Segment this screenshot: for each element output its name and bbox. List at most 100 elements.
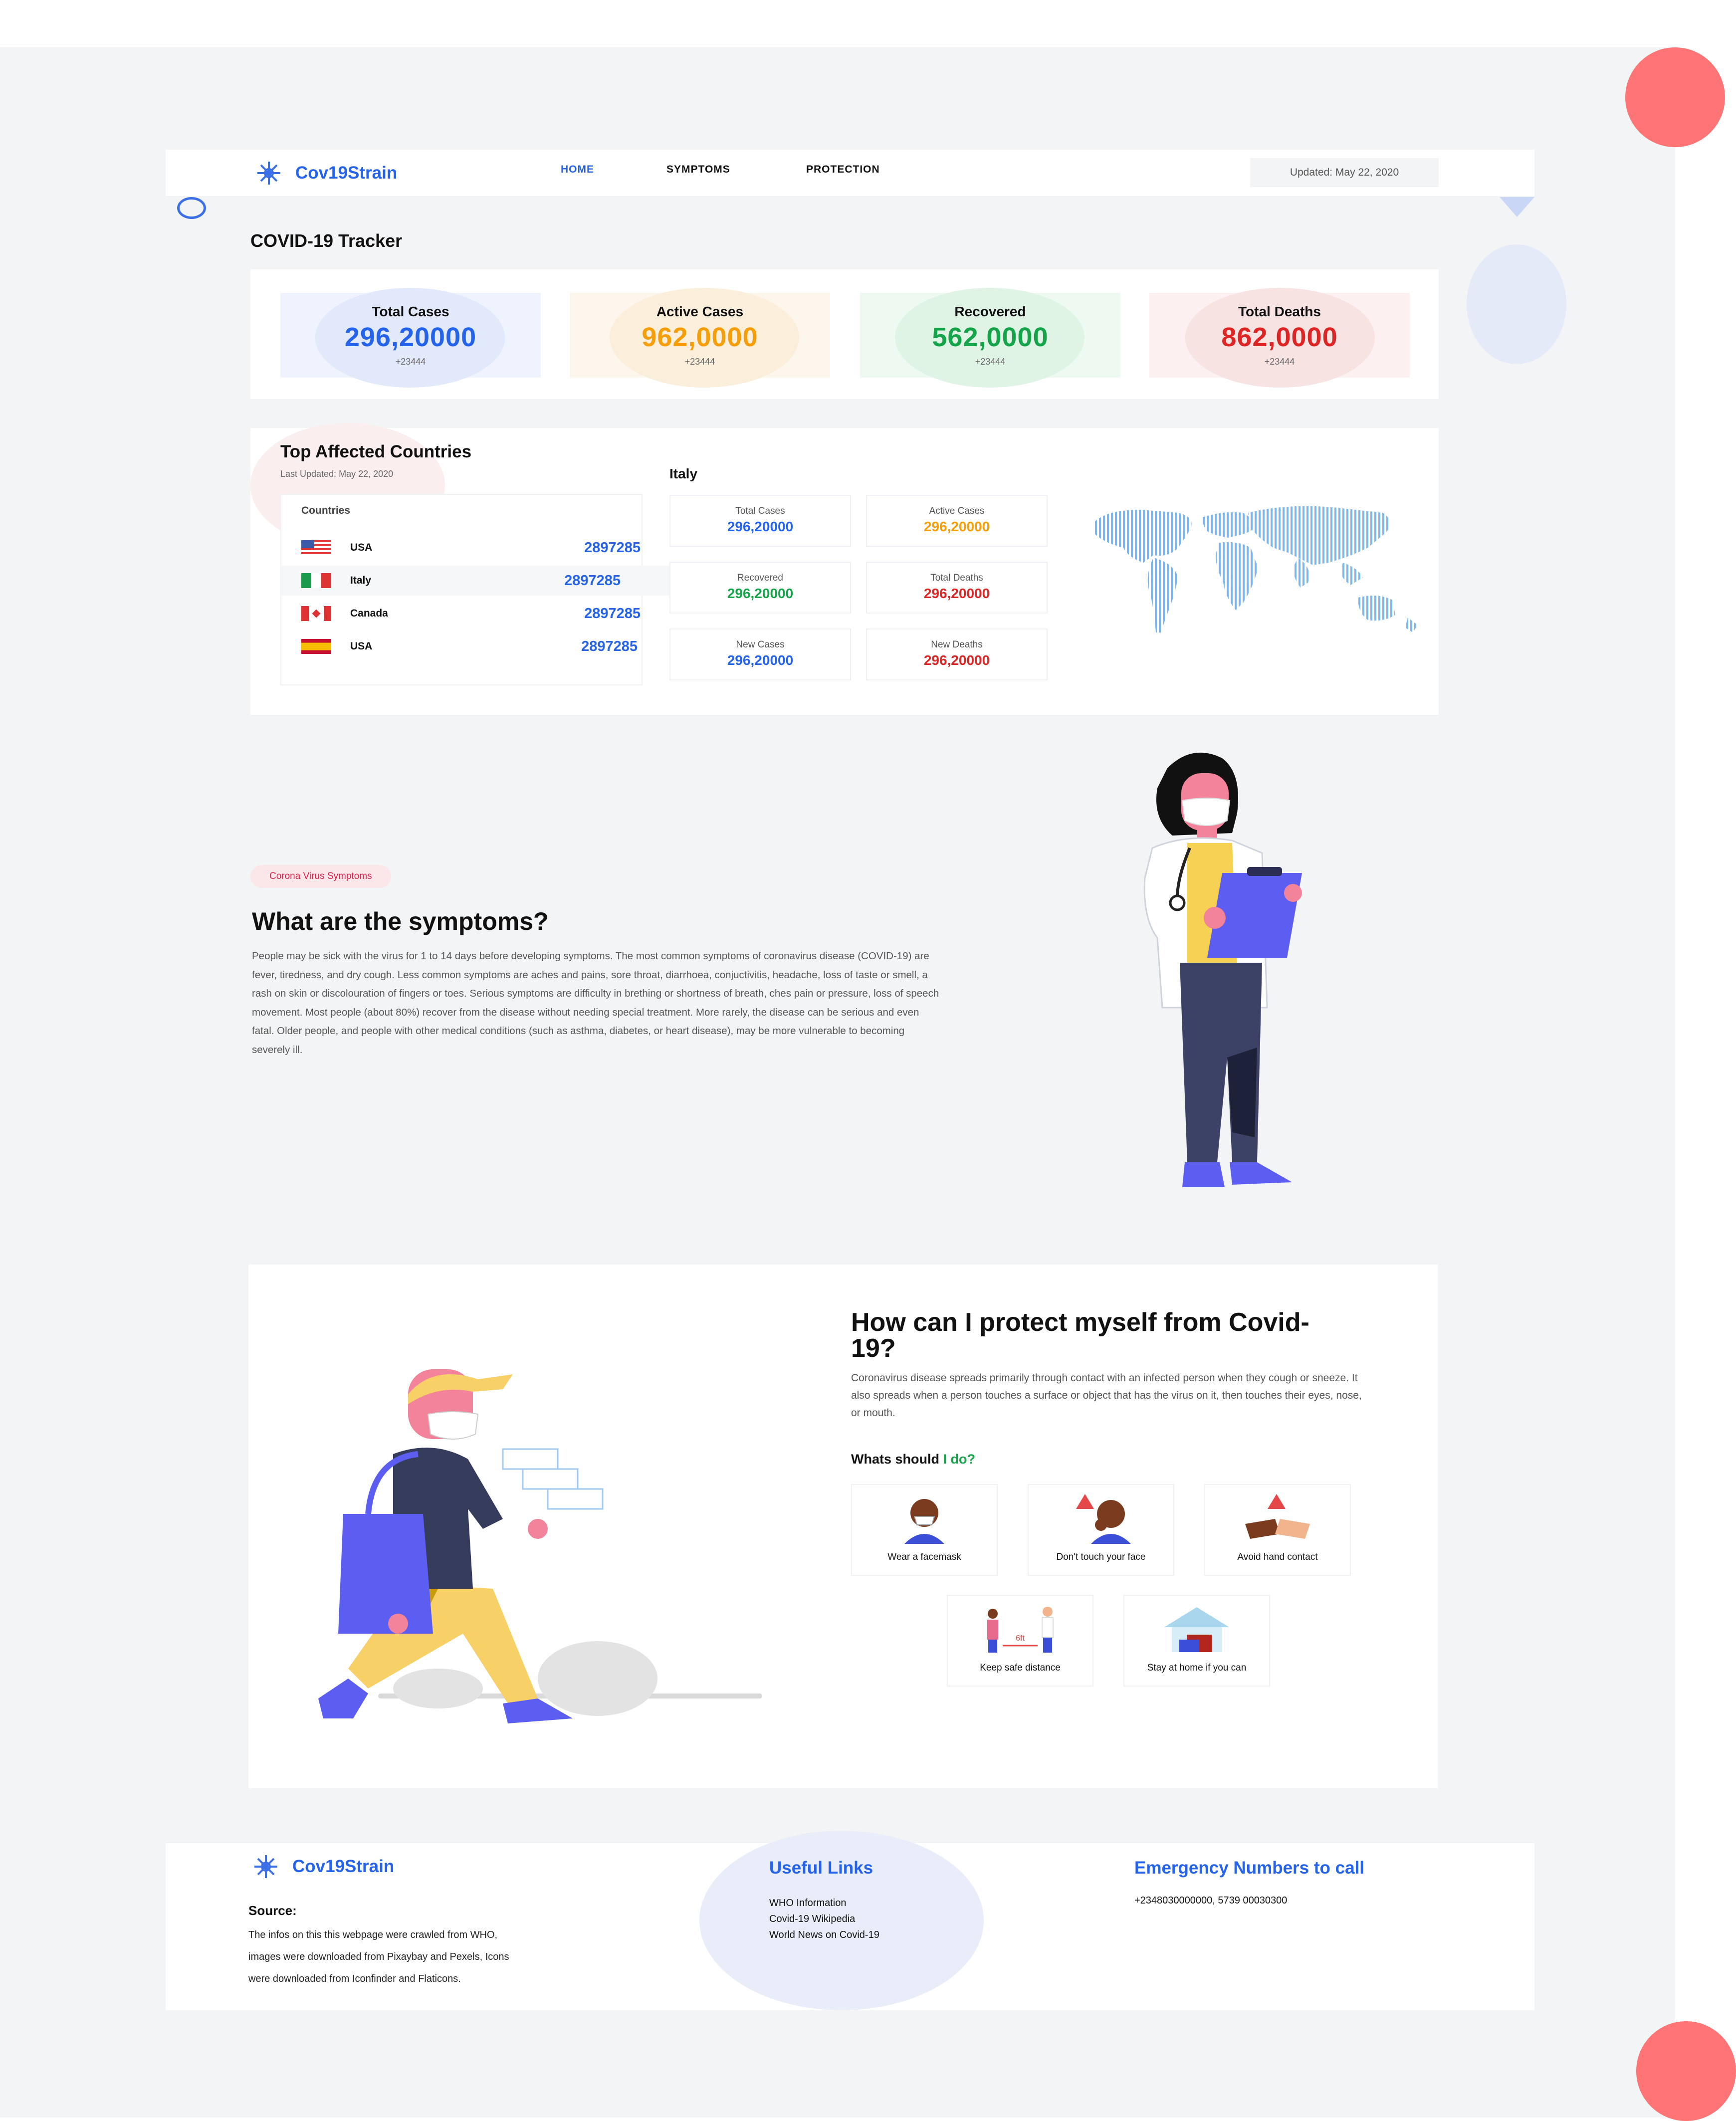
detail-recovered: Recovered 296,20000: [669, 562, 851, 614]
stat-label: Total Deaths: [1238, 304, 1321, 319]
tip-card: Wear a facemask: [851, 1484, 998, 1576]
selected-country: Italy: [669, 466, 698, 481]
useful-links-title: Useful Links: [769, 1858, 873, 1878]
useful-links-list: WHO Information Covid-19 Wikipedia World…: [769, 1895, 879, 1943]
country-name: USA: [350, 542, 373, 553]
stat-delta: +23444: [1264, 357, 1295, 367]
doctor-illustration: [1143, 752, 1302, 1187]
country-row[interactable]: USA 2897285: [301, 533, 660, 563]
country-name: Canada: [350, 608, 388, 619]
decor-triangle: [1500, 197, 1534, 217]
distance-label: 6ft: [1016, 1634, 1025, 1643]
stat-total-cases: Total Cases 296,20000 +23444: [280, 288, 541, 388]
detail-total-cases: Total Cases 296,20000: [669, 495, 851, 547]
stat-value: 296,20000: [344, 322, 477, 352]
what-to-do-prefix: Whats should: [851, 1452, 939, 1467]
decor-ring: [177, 197, 206, 219]
detail-label: Total Cases: [735, 506, 785, 516]
virus-logo-icon: [254, 1855, 277, 1878]
detail-value: 296,20000: [727, 652, 794, 668]
country-value: 2897285: [581, 638, 638, 654]
source-line: The infos on this this webpage were craw…: [248, 1929, 498, 1940]
tip-label: Wear a facemask: [887, 1552, 961, 1562]
stat-label: Total Cases: [372, 304, 449, 319]
stat-label: Active Cases: [656, 304, 744, 319]
link-who[interactable]: WHO Information: [769, 1895, 879, 1911]
countries-header: Countries: [301, 505, 351, 516]
detail-label: Recovered: [737, 573, 783, 583]
detail-new-cases: New Cases 296,20000: [669, 629, 851, 680]
detail-value: 296,20000: [923, 519, 990, 534]
affected-title: Top Affected Countries: [280, 442, 472, 461]
nav-symptoms[interactable]: SYMPTOMS: [666, 164, 730, 176]
link-wikipedia[interactable]: Covid-19 Wikipedia: [769, 1911, 879, 1927]
stat-delta: +23444: [975, 357, 1006, 367]
stat-active-cases: Active Cases 962,0000 +23444: [570, 288, 830, 388]
protect-body: Coronavirus disease spreads primarily th…: [851, 1372, 1362, 1419]
country-row[interactable]: USA 2897285: [301, 632, 660, 661]
country-name: Italy: [350, 575, 372, 586]
tip-label: Avoid hand contact: [1237, 1552, 1318, 1562]
italy-flag-icon: [301, 573, 331, 588]
symptoms-title: What are the symptoms?: [252, 907, 549, 935]
country-row[interactable]: Canada 2897285: [301, 599, 660, 629]
affected-card: Top Affected Countries Last Updated: May…: [250, 423, 1439, 715]
world-map-icon: [1093, 506, 1418, 633]
facemask-icon: [904, 1499, 944, 1544]
brand-logo[interactable]: Cov19Strain: [251, 161, 397, 186]
footer: Cov19Strain Source: The infos on this th…: [166, 1831, 1534, 2010]
home-icon: [1164, 1607, 1229, 1652]
country-value: 2897285: [584, 605, 641, 622]
countries-table: Countries USA 2897285 Italy 2897285 Cana…: [280, 494, 680, 685]
stat-delta: +23444: [395, 357, 426, 367]
stat-total-deaths: Total Deaths 862,0000 +23444: [1149, 288, 1410, 388]
tip-label: Stay at home if you can: [1147, 1663, 1247, 1673]
stat-value: 862,0000: [1221, 322, 1338, 352]
navbar: Cov19Strain HOME SYMPTOMS PROTECTION Upd…: [166, 150, 1534, 196]
detail-value: 296,20000: [923, 652, 990, 668]
protect-title: How can I protect myself from Covid-19?: [851, 1308, 1309, 1363]
detail-label: New Deaths: [931, 639, 983, 650]
tip-card: Stay at home if you can: [1123, 1595, 1270, 1687]
country-value: 2897285: [564, 572, 621, 589]
country-name: USA: [350, 640, 373, 652]
stat-delta: +23444: [684, 357, 715, 367]
detail-label: New Cases: [736, 639, 785, 650]
footer-brand[interactable]: Cov19Strain: [248, 1854, 394, 1879]
symptoms-badge: Corona Virus Symptoms: [250, 865, 391, 888]
symptoms-body: People may be sick with the virus for 1 …: [252, 950, 939, 1056]
walking-man-illustration: [318, 1369, 762, 1723]
detail-total-deaths: Total Deaths 296,20000: [866, 562, 1048, 614]
source-line: were downloaded from Iconfinder and Flat…: [248, 1973, 461, 1984]
distance-icon: 6ft: [987, 1607, 1054, 1653]
detail-active-cases: Active Cases 296,20000: [866, 495, 1048, 547]
nav-protection[interactable]: PROTECTION: [806, 164, 880, 176]
stat-recovered: Recovered 562,0000 +23444: [860, 288, 1120, 388]
virus-logo-icon: [257, 162, 280, 185]
canada-flag-icon: [301, 606, 331, 621]
stat-value: 562,0000: [932, 322, 1049, 352]
us-flag-icon: [301, 540, 331, 555]
detail-value: 296,20000: [727, 519, 794, 534]
tip-card: Don't touch your face: [1028, 1484, 1174, 1576]
detail-value: 296,20000: [727, 586, 794, 601]
link-world-news[interactable]: World News on Covid-19: [769, 1927, 879, 1943]
country-value: 2897285: [584, 539, 641, 556]
stat-value: 962,0000: [642, 322, 758, 352]
source-title: Source:: [248, 1903, 297, 1918]
what-to-do-heading: Whats should I do?: [851, 1452, 975, 1467]
no-touch-face-icon: [1076, 1494, 1131, 1544]
source-line: images were downloaded from Pixaybay and…: [248, 1951, 509, 1962]
decor-blob-right: [1467, 244, 1566, 364]
spain-flag-icon: [301, 639, 331, 654]
tip-card: 6ft Keep safe distance: [947, 1595, 1093, 1687]
tracker-title: COVID-19 Tracker: [250, 230, 403, 251]
source-text: The infos on this this webpage were craw…: [248, 1924, 509, 1990]
handshake-warning-icon: [1245, 1494, 1310, 1539]
country-row[interactable]: Italy 2897285: [281, 566, 680, 596]
emergency-numbers: +2348030000000, 5739 00030300: [1134, 1895, 1288, 1906]
brand-name: Cov19Strain: [292, 1857, 395, 1876]
nav-home[interactable]: HOME: [561, 164, 594, 176]
decor-circle-bottom-right: [1636, 2021, 1736, 2121]
what-to-do-suffix: I do?: [943, 1452, 975, 1467]
